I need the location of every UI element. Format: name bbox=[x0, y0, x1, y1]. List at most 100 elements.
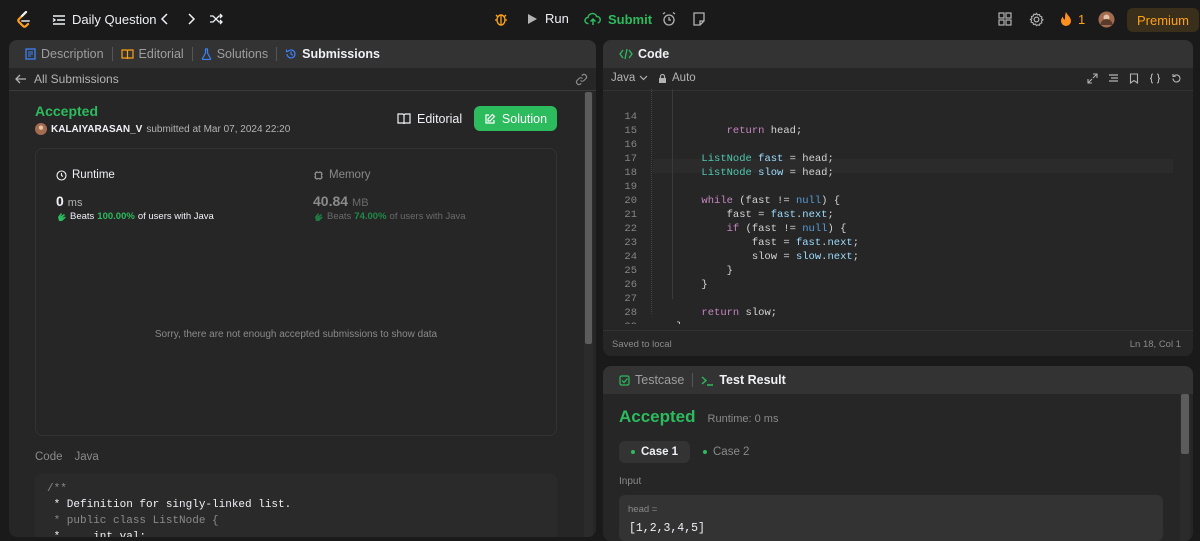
input-var-value: [1,2,3,4,5] bbox=[629, 522, 705, 535]
tab-description[interactable]: Description bbox=[17, 40, 112, 68]
left-scrollbar-thumb[interactable] bbox=[585, 92, 592, 344]
memory-beats-pct: 74.00% bbox=[354, 211, 387, 222]
code-line: 28 } bbox=[603, 292, 1193, 324]
prev-question-button[interactable] bbox=[159, 12, 171, 26]
flask-icon bbox=[201, 48, 211, 60]
run-button[interactable]: Run bbox=[525, 11, 569, 26]
status-dot bbox=[631, 450, 635, 454]
memory-beats-prefix: Beats bbox=[327, 211, 352, 222]
submit-button[interactable]: Submit bbox=[584, 11, 652, 27]
left-tab-bar: Description Editorial Solutions Submissi… bbox=[9, 40, 596, 68]
case-tab-label: Case 2 bbox=[713, 446, 750, 458]
runtime-beats-prefix: Beats bbox=[70, 211, 95, 222]
code-line: 26 bbox=[603, 264, 1193, 291]
result-scrollbar-track[interactable] bbox=[1180, 394, 1190, 541]
result-scrollbar-thumb[interactable] bbox=[1181, 394, 1189, 454]
tab-testcase-label: Testcase bbox=[635, 373, 685, 387]
tab-code-label: Code bbox=[638, 47, 670, 61]
code-line: /** bbox=[47, 483, 67, 495]
list-icon bbox=[52, 14, 65, 25]
tab-code[interactable]: Code bbox=[611, 40, 677, 68]
debug-button[interactable] bbox=[493, 11, 509, 27]
editor-tab-bar: Code bbox=[603, 40, 1193, 68]
code-line: 19 while (fast != null) { bbox=[603, 166, 1193, 207]
timer-button[interactable] bbox=[661, 11, 677, 27]
edit-icon bbox=[485, 113, 496, 124]
case-tab-2[interactable]: Case 2 bbox=[693, 441, 759, 463]
expand-icon[interactable] bbox=[1087, 73, 1098, 84]
code-line: 27 return slow; bbox=[603, 278, 1193, 319]
streak-count: 1 bbox=[1078, 11, 1086, 27]
format-icon[interactable] bbox=[1108, 73, 1119, 84]
code-line: 15 bbox=[603, 110, 1193, 137]
tab-test-result[interactable]: Test Result bbox=[693, 366, 793, 394]
stats-card: Runtime 0 ms Beats 100.00% of users with… bbox=[35, 148, 557, 436]
case-tab-1[interactable]: Case 1 bbox=[619, 441, 691, 463]
fire-icon bbox=[1061, 12, 1071, 26]
settings-button[interactable] bbox=[1029, 12, 1044, 27]
random-question-button[interactable] bbox=[209, 12, 223, 26]
result-tab-bar: Testcase Test Result bbox=[603, 366, 1193, 394]
runtime-value-row: 0 ms bbox=[56, 193, 82, 209]
submission-meta: KALAIYARASAN_V submitted at Mar 07, 2024… bbox=[35, 123, 290, 135]
result-summary: Accepted Runtime: 0 ms bbox=[619, 407, 778, 427]
layout-button[interactable] bbox=[998, 12, 1012, 26]
checkbox-icon bbox=[619, 374, 630, 386]
code-line: 21 if (fast != null) { bbox=[603, 194, 1193, 235]
clock-icon bbox=[56, 169, 67, 181]
status-dot bbox=[703, 450, 707, 454]
bookmark-icon[interactable] bbox=[1129, 73, 1139, 84]
tab-solutions-label: Solutions bbox=[216, 47, 269, 61]
premium-button[interactable]: Premium bbox=[1127, 8, 1200, 32]
leetcode-logo[interactable] bbox=[16, 11, 32, 29]
tab-submissions[interactable]: Submissions bbox=[277, 40, 388, 68]
code-line: 17 ListNode slow = head; bbox=[603, 138, 1193, 179]
code-line: 24 } bbox=[603, 236, 1193, 277]
autocomplete-mode[interactable]: Auto bbox=[658, 72, 696, 84]
cursor-position: Ln 18, Col 1 bbox=[1129, 339, 1181, 350]
tab-submissions-label: Submissions bbox=[302, 47, 380, 61]
editorial-button[interactable]: Editorial bbox=[387, 106, 472, 131]
submitted-code-block: /** * Definition for singly-linked list.… bbox=[35, 474, 557, 537]
run-label: Run bbox=[545, 11, 569, 26]
test-result-panel: Testcase Test Result Accepted Runtime: 0… bbox=[603, 366, 1193, 541]
submission-username[interactable]: KALAIYARASAN_V bbox=[51, 124, 142, 135]
avatar[interactable] bbox=[35, 123, 47, 135]
left-scrollbar-track[interactable] bbox=[584, 92, 593, 537]
divider bbox=[603, 330, 1193, 331]
code-language: Java bbox=[74, 451, 99, 463]
input-label: Input bbox=[619, 476, 642, 487]
bug-icon bbox=[495, 14, 507, 26]
share-link-button[interactable] bbox=[575, 73, 588, 86]
note-icon bbox=[693, 12, 705, 26]
top-navbar: Daily Question Run Submit 1 Premium bbox=[0, 0, 1200, 40]
left-panel: Description Editorial Solutions Submissi… bbox=[9, 40, 596, 537]
braces-icon[interactable] bbox=[1149, 73, 1161, 84]
streak-counter[interactable]: 1 bbox=[1060, 11, 1085, 27]
notes-button[interactable] bbox=[691, 11, 707, 27]
next-question-button[interactable] bbox=[185, 12, 197, 26]
line-number: 29 bbox=[603, 320, 637, 324]
user-avatar-icon bbox=[1098, 11, 1115, 28]
book-icon bbox=[120, 48, 134, 59]
code-label: Code bbox=[35, 451, 63, 463]
submission-time: submitted at Mar 07, 2024 22:20 bbox=[146, 123, 291, 135]
avatar[interactable] bbox=[1098, 11, 1115, 28]
back-to-submissions-link[interactable]: All Submissions bbox=[15, 72, 119, 86]
tab-solutions[interactable]: Solutions bbox=[193, 40, 276, 68]
solution-button[interactable]: Solution bbox=[474, 106, 557, 131]
code-area[interactable]: 14 return head; 15 16 ListNode fast = he… bbox=[603, 89, 1193, 324]
input-var-label: head = bbox=[628, 504, 658, 515]
reset-icon[interactable] bbox=[1171, 73, 1182, 84]
language-select[interactable]: Java bbox=[611, 72, 648, 84]
tab-editorial[interactable]: Editorial bbox=[113, 40, 192, 68]
tab-testcase[interactable]: Testcase bbox=[611, 366, 692, 394]
problem-list-button[interactable]: Daily Question bbox=[52, 12, 157, 27]
code-line: 22 fast = fast.next; bbox=[603, 208, 1193, 249]
memory-header[interactable]: Memory bbox=[313, 169, 371, 181]
link-icon bbox=[575, 73, 588, 86]
code-line: 16 ListNode fast = head; bbox=[603, 124, 1193, 165]
description-icon bbox=[25, 48, 36, 60]
runtime-unit: ms bbox=[67, 197, 83, 209]
runtime-header: Runtime bbox=[56, 169, 115, 181]
